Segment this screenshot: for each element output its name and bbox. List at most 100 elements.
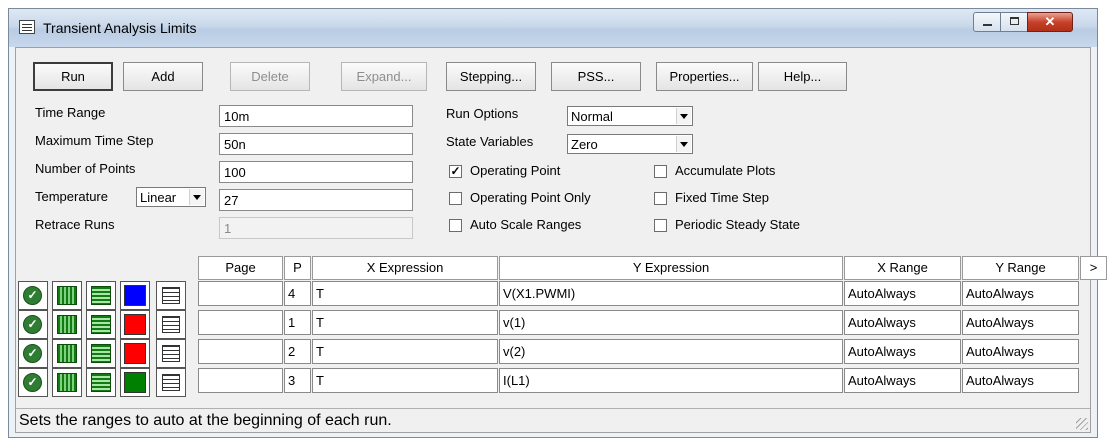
- max-time-step-input[interactable]: 50n: [219, 133, 413, 155]
- bar-plot-button[interactable]: [52, 368, 82, 397]
- y-expression-cell[interactable]: V(X1.PWMI): [499, 281, 843, 306]
- operating-point-checkbox[interactable]: ✓: [449, 165, 462, 178]
- line-plot-button[interactable]: [86, 368, 116, 397]
- dialog-body: Run Add Delete Expand... Stepping... PSS…: [15, 47, 1107, 433]
- run-button[interactable]: Run: [33, 62, 113, 91]
- close-button[interactable]: ✕: [1027, 12, 1073, 32]
- x-range-cell[interactable]: AutoAlways: [844, 310, 961, 335]
- line-plot-button[interactable]: [86, 310, 116, 339]
- color-button[interactable]: [120, 310, 150, 339]
- page-cell[interactable]: [198, 310, 283, 335]
- run-options-value: Normal: [571, 109, 613, 124]
- enable-toggle-button[interactable]: ✓: [18, 281, 48, 310]
- minimize-icon: [983, 24, 992, 26]
- resize-grip-icon[interactable]: [1076, 418, 1088, 430]
- y-expression-cell[interactable]: v(2): [499, 339, 843, 364]
- y-range-cell[interactable]: AutoAlways: [962, 339, 1079, 364]
- accumulate-plots-label: Accumulate Plots: [675, 163, 776, 178]
- title-bar[interactable]: Transient Analysis Limits ✕: [9, 9, 1097, 47]
- y-expression-column-header[interactable]: Y Expression: [499, 256, 843, 280]
- bar-plot-button[interactable]: [52, 281, 82, 310]
- horizontal-lines-icon: [91, 344, 111, 363]
- check-circle-icon: ✓: [23, 315, 42, 334]
- y-range-cell[interactable]: AutoAlways: [962, 310, 1079, 335]
- pss-button[interactable]: PSS...: [551, 62, 641, 91]
- expand-button[interactable]: Expand...: [341, 62, 427, 91]
- maximize-icon: [1010, 17, 1019, 25]
- x-expression-column-header[interactable]: X Expression: [312, 256, 498, 280]
- x-range-column-header[interactable]: X Range: [844, 256, 961, 280]
- vertical-bars-icon: [57, 315, 77, 334]
- retrace-runs-input[interactable]: 1: [219, 217, 413, 239]
- x-range-cell[interactable]: AutoAlways: [844, 368, 961, 393]
- table-icon: [162, 345, 180, 362]
- table-button[interactable]: [156, 310, 186, 339]
- enable-toggle-button[interactable]: ✓: [18, 339, 48, 368]
- temperature-input[interactable]: 27: [219, 189, 413, 211]
- color-swatch: [124, 372, 146, 393]
- x-range-cell[interactable]: AutoAlways: [844, 339, 961, 364]
- page-cell[interactable]: [198, 368, 283, 393]
- x-expression-cell[interactable]: T: [312, 281, 498, 306]
- vertical-bars-icon: [57, 286, 77, 305]
- page-column-header[interactable]: Page: [198, 256, 283, 280]
- operating-point-label: Operating Point: [470, 163, 561, 178]
- table-button[interactable]: [156, 281, 186, 310]
- p-cell[interactable]: 2: [284, 339, 311, 364]
- y-range-cell[interactable]: AutoAlways: [962, 368, 1079, 393]
- check-circle-icon: ✓: [23, 373, 42, 392]
- periodic-steady-state-checkbox[interactable]: [654, 219, 667, 232]
- help-button[interactable]: Help...: [758, 62, 847, 91]
- auto-scale-ranges-checkbox[interactable]: [449, 219, 462, 232]
- x-expression-cell[interactable]: T: [312, 339, 498, 364]
- table-button[interactable]: [156, 339, 186, 368]
- y-range-column-header[interactable]: Y Range: [962, 256, 1079, 280]
- delete-button[interactable]: Delete: [230, 62, 310, 91]
- state-variables-select[interactable]: Zero: [567, 134, 693, 154]
- vertical-bars-icon: [57, 373, 77, 392]
- add-button[interactable]: Add: [123, 62, 203, 91]
- p-cell[interactable]: 1: [284, 310, 311, 335]
- p-column-header[interactable]: P: [284, 256, 311, 280]
- color-button[interactable]: [120, 281, 150, 310]
- table-button[interactable]: [156, 368, 186, 397]
- properties-button[interactable]: Properties...: [656, 62, 753, 91]
- run-options-label: Run Options: [446, 106, 519, 121]
- x-expression-cell[interactable]: T: [312, 368, 498, 393]
- y-expression-cell[interactable]: v(1): [499, 310, 843, 335]
- bar-plot-button[interactable]: [52, 339, 82, 368]
- minimize-button[interactable]: [973, 12, 1001, 32]
- line-plot-button[interactable]: [86, 339, 116, 368]
- y-range-cell[interactable]: AutoAlways: [962, 281, 1079, 306]
- accumulate-plots-checkbox[interactable]: [654, 165, 667, 178]
- stepping-button[interactable]: Stepping...: [446, 62, 536, 91]
- temperature-mode-select[interactable]: Linear: [136, 187, 206, 207]
- operating-point-only-checkbox[interactable]: [449, 192, 462, 205]
- maximize-button[interactable]: [1000, 12, 1028, 32]
- horizontal-lines-icon: [91, 286, 111, 305]
- line-plot-button[interactable]: [86, 281, 116, 310]
- x-range-cell[interactable]: AutoAlways: [844, 281, 961, 306]
- color-swatch: [124, 314, 146, 335]
- color-button[interactable]: [120, 339, 150, 368]
- chevron-down-icon: [676, 108, 691, 124]
- run-options-select[interactable]: Normal: [567, 106, 693, 126]
- x-expression-cell[interactable]: T: [312, 310, 498, 335]
- page-cell[interactable]: [198, 339, 283, 364]
- fixed-time-step-checkbox[interactable]: [654, 192, 667, 205]
- app-icon: [19, 20, 35, 34]
- p-cell[interactable]: 3: [284, 368, 311, 393]
- enable-toggle-button[interactable]: ✓: [18, 310, 48, 339]
- periodic-steady-state-label: Periodic Steady State: [675, 217, 801, 232]
- color-button[interactable]: [120, 368, 150, 397]
- enable-toggle-button[interactable]: ✓: [18, 368, 48, 397]
- y-expression-cell[interactable]: I(L1): [499, 368, 843, 393]
- bar-plot-button[interactable]: [52, 310, 82, 339]
- page-cell[interactable]: [198, 281, 283, 306]
- scroll-right-button[interactable]: >: [1080, 256, 1107, 280]
- operating-point-only-label: Operating Point Only: [470, 190, 591, 205]
- time-range-input[interactable]: 10m: [219, 105, 413, 127]
- p-cell[interactable]: 4: [284, 281, 311, 306]
- num-points-input[interactable]: 100: [219, 161, 413, 183]
- table-icon: [162, 316, 180, 333]
